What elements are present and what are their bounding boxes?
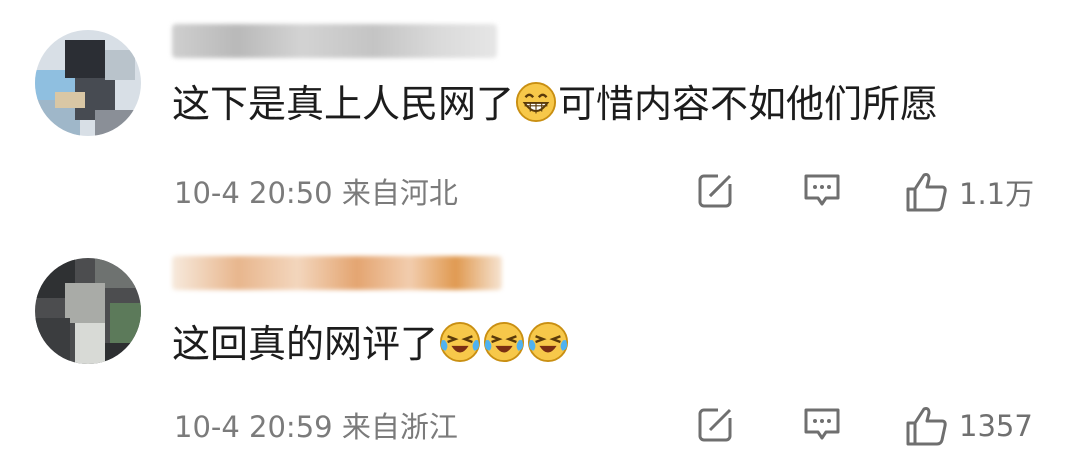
- comment-location: 来自河北: [341, 176, 458, 210]
- forward-button[interactable]: [696, 170, 736, 210]
- avatar[interactable]: [35, 30, 141, 136]
- username-blurred[interactable]: [172, 24, 497, 58]
- like-count: 1357: [959, 409, 1033, 443]
- comment-text: 这回真的网评了: [172, 318, 570, 370]
- thumbs-up-icon: [906, 173, 947, 212]
- laugh-cry-emoji: [483, 321, 525, 363]
- reply-button[interactable]: [802, 170, 842, 210]
- comment-icon: [804, 408, 840, 440]
- forward-button[interactable]: [696, 404, 736, 444]
- thumbs-up-icon: [906, 407, 947, 446]
- comment-meta: 10-4 20:59 来自浙江: [174, 404, 458, 446]
- laugh-cry-emoji: [439, 321, 481, 363]
- grin-emoji: [515, 81, 557, 123]
- comment-time: 10-4 20:50: [174, 176, 333, 210]
- comment-icon: [804, 174, 840, 206]
- comment-location: 来自浙江: [341, 410, 458, 444]
- avatar[interactable]: [35, 258, 141, 364]
- username-blurred[interactable]: [172, 256, 502, 290]
- comment-time: 10-4 20:59: [174, 410, 333, 444]
- comment-item: 这下是真上人民网了 可惜内容不如他们所愿 10-4 20:50 来自河北 1.1…: [0, 0, 1080, 236]
- like-button[interactable]: 1357: [905, 404, 1033, 448]
- comment-item: 这回真的网评了 10-4 20:59 来自浙江 1357: [0, 236, 1080, 471]
- like-button[interactable]: 1.1万: [905, 170, 1034, 214]
- share-icon: [698, 406, 734, 442]
- like-count: 1.1万: [959, 177, 1035, 211]
- laugh-cry-emoji: [527, 321, 569, 363]
- share-icon: [698, 172, 734, 208]
- reply-button[interactable]: [802, 404, 842, 444]
- comment-text: 这下是真上人民网了 可惜内容不如他们所愿: [172, 81, 939, 126]
- comment-meta: 10-4 20:50 来自河北: [174, 170, 458, 212]
